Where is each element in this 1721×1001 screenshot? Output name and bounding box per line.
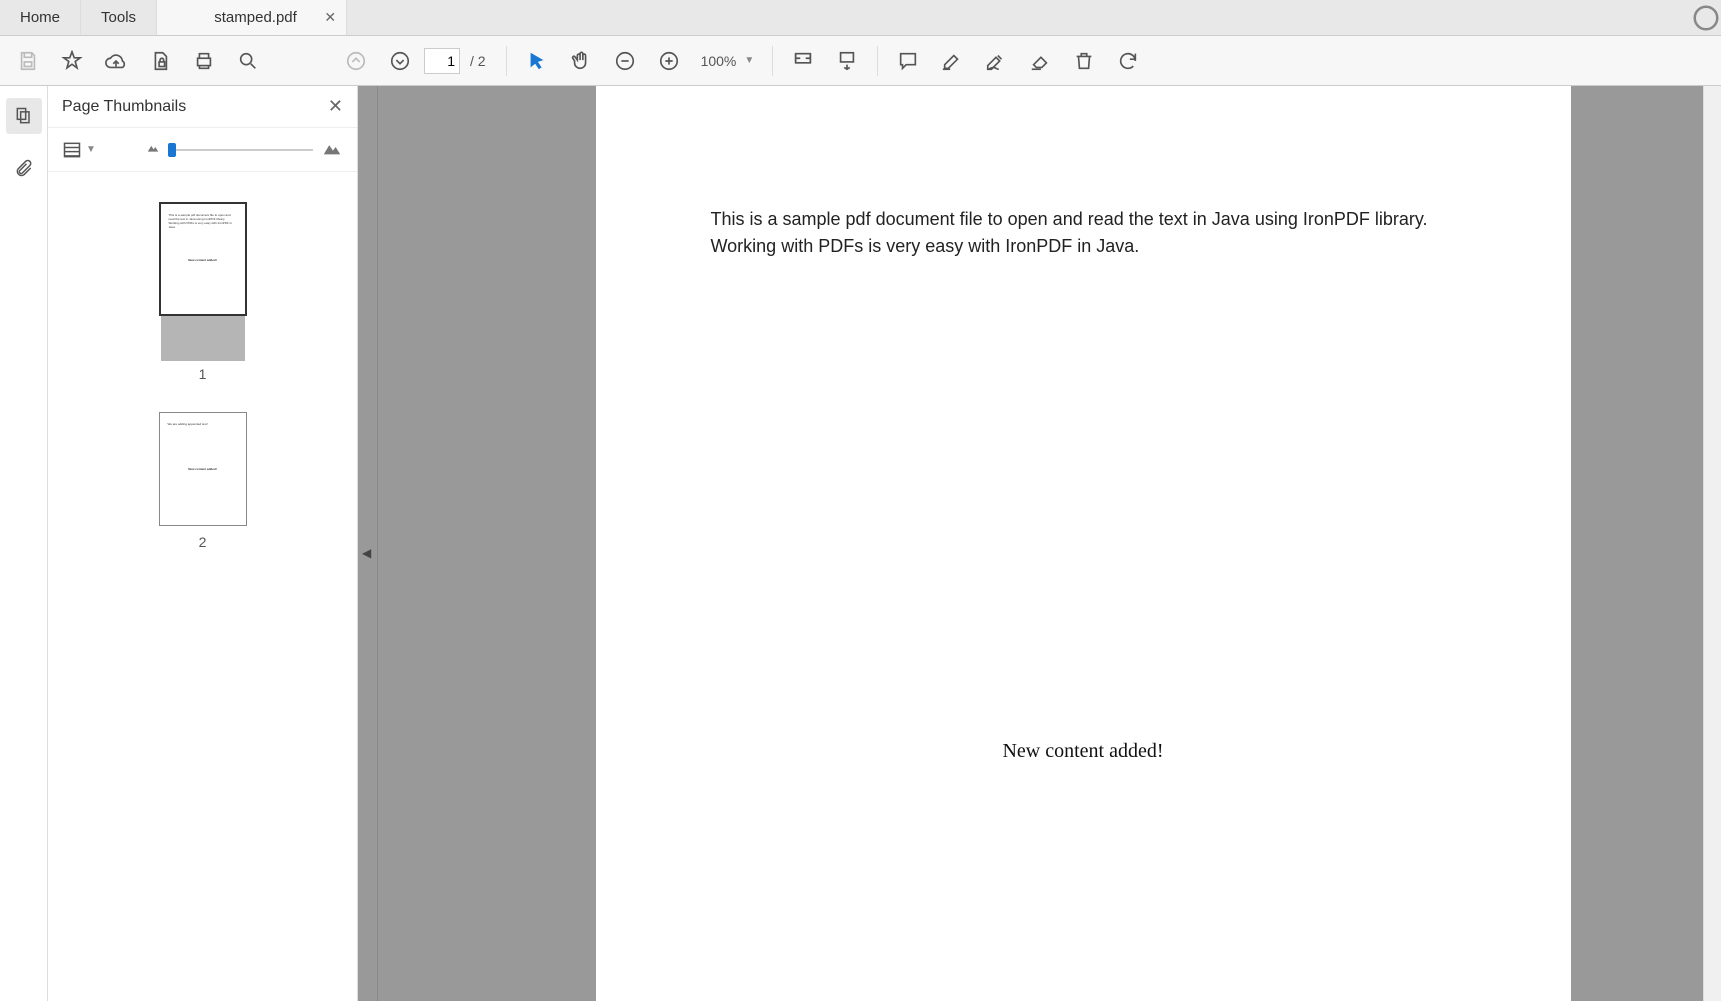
rotate-icon[interactable] xyxy=(1108,41,1148,81)
panel-collapse-handle[interactable]: ◀ xyxy=(358,86,378,1001)
collapse-arrow-icon: ◀ xyxy=(362,546,371,560)
lock-document-icon[interactable] xyxy=(140,41,180,81)
left-rail xyxy=(0,86,48,1001)
document-viewport[interactable]: This is a sample pdf document file to op… xyxy=(378,86,1703,1001)
list-mode-button[interactable]: ▼ xyxy=(62,140,96,160)
thumbnail-title: Page Thumbnails xyxy=(62,98,186,116)
highlight-icon[interactable] xyxy=(932,41,972,81)
fit-width-icon[interactable] xyxy=(783,41,823,81)
thumb-preview-text: This is a sample pdf document file to op… xyxy=(169,214,237,230)
tab-home[interactable]: Home xyxy=(0,0,81,35)
print-icon[interactable] xyxy=(184,41,224,81)
page-down-icon[interactable] xyxy=(380,41,420,81)
fit-page-icon[interactable] xyxy=(827,41,867,81)
star-icon[interactable] xyxy=(52,41,92,81)
thumbnail-item[interactable]: This is a sample pdf document file to op… xyxy=(159,202,247,382)
document-stamp: New content added! xyxy=(711,740,1456,763)
zoom-value: 100% xyxy=(701,53,737,69)
thumbnail-item[interactable]: We are adding appended text! New content… xyxy=(159,412,247,550)
tab-document-label: stamped.pdf xyxy=(214,9,297,26)
page-number-input[interactable] xyxy=(424,48,460,74)
thumbnail-list: This is a sample pdf document file to op… xyxy=(48,172,357,1001)
save-icon[interactable] xyxy=(8,41,48,81)
cloud-upload-icon[interactable] xyxy=(96,41,136,81)
close-tab-icon[interactable]: ✕ xyxy=(324,9,336,26)
select-tool-icon[interactable] xyxy=(517,41,557,81)
vertical-scrollbar[interactable] xyxy=(1703,86,1721,1001)
zoom-select[interactable]: 100% ▼ xyxy=(693,53,763,69)
comment-icon[interactable] xyxy=(888,41,928,81)
attachments-rail-icon[interactable] xyxy=(6,150,42,186)
zoom-in-icon[interactable] xyxy=(649,41,689,81)
slider-track[interactable] xyxy=(168,149,313,151)
close-panel-icon[interactable]: ✕ xyxy=(328,96,343,117)
chevron-down-icon: ▼ xyxy=(86,144,96,155)
thumbnail-page-2[interactable]: We are adding appended text! New content… xyxy=(159,412,247,526)
thumbnail-controls: ▼ xyxy=(48,128,357,172)
hand-tool-icon[interactable] xyxy=(561,41,601,81)
mountain-large-icon xyxy=(321,136,343,163)
thumb-preview-stamp: New content added! xyxy=(161,258,245,262)
mountain-small-icon xyxy=(146,140,160,159)
thumbnail-header: Page Thumbnails ✕ xyxy=(48,86,357,128)
search-icon[interactable] xyxy=(228,41,268,81)
tab-bar: Home Tools stamped.pdf ✕ xyxy=(0,0,1721,36)
draw-icon[interactable] xyxy=(976,41,1016,81)
page-total-label: / 2 xyxy=(470,53,486,69)
erase-icon[interactable] xyxy=(1020,41,1060,81)
sync-icon[interactable] xyxy=(1691,0,1721,35)
document-page: This is a sample pdf document file to op… xyxy=(596,86,1571,1001)
main-area: Page Thumbnails ✕ ▼ This is a sample pdf… xyxy=(0,86,1721,1001)
slider-thumb[interactable] xyxy=(168,143,176,157)
chevron-down-icon: ▼ xyxy=(744,55,754,66)
zoom-out-icon[interactable] xyxy=(605,41,645,81)
thumbnails-rail-icon[interactable] xyxy=(6,98,42,134)
document-paragraph: This is a sample pdf document file to op… xyxy=(711,206,1456,260)
tab-document[interactable]: stamped.pdf ✕ xyxy=(157,0,347,35)
delete-icon[interactable] xyxy=(1064,41,1104,81)
thumbnail-number: 1 xyxy=(199,366,207,382)
thumb-preview-stamp: New content added! xyxy=(160,467,246,471)
thumbnail-size-slider[interactable] xyxy=(146,136,343,163)
toolbar: / 2 100% ▼ xyxy=(0,36,1721,86)
page-up-icon[interactable] xyxy=(336,41,376,81)
thumb-preview-text: We are adding appended text! xyxy=(168,423,238,427)
tab-spacer xyxy=(347,0,1691,35)
thumbnail-number: 2 xyxy=(199,534,207,550)
thumbnail-page-1[interactable]: This is a sample pdf document file to op… xyxy=(159,202,247,316)
thumbnail-panel: Page Thumbnails ✕ ▼ This is a sample pdf… xyxy=(48,86,358,1001)
tab-tools[interactable]: Tools xyxy=(81,0,157,35)
